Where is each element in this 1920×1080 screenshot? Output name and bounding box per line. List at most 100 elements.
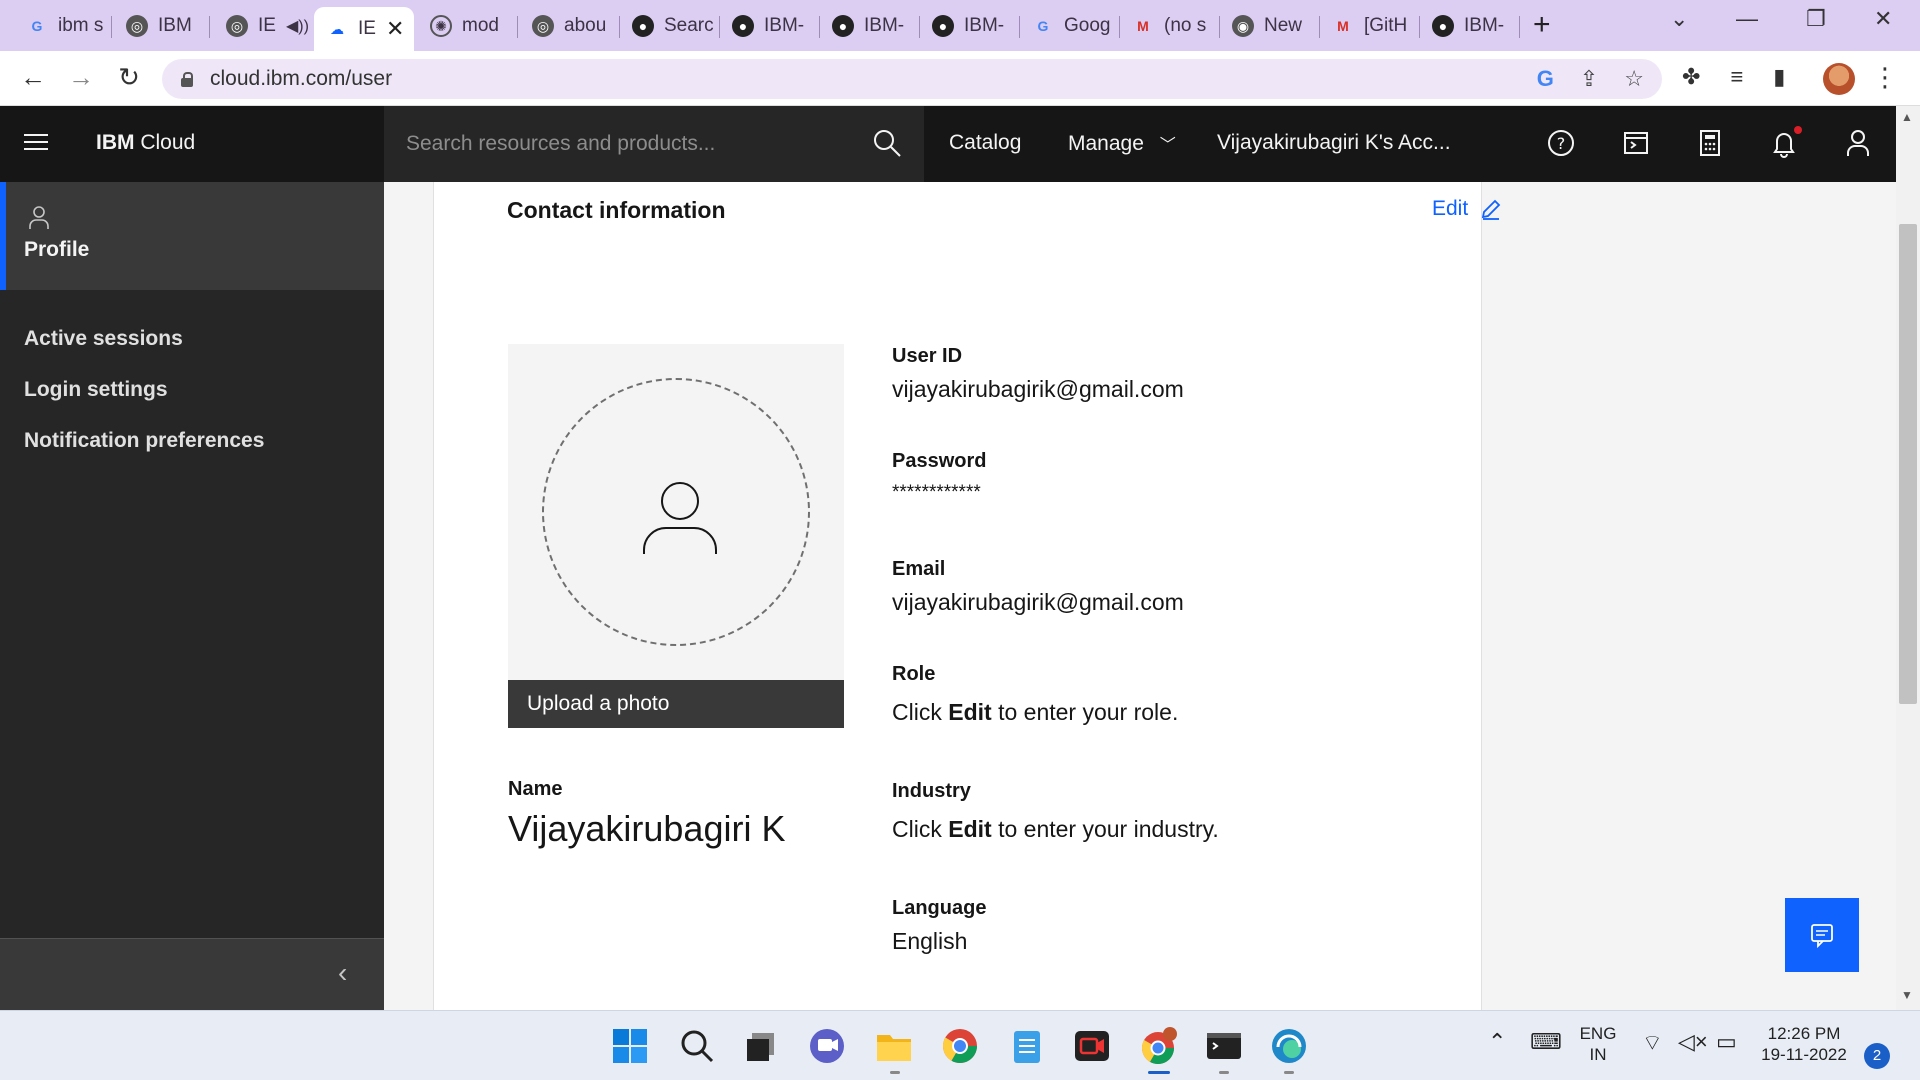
user-avatar-icon[interactable] (1843, 128, 1873, 158)
keyboard-icon[interactable]: ⌨ (1530, 1029, 1562, 1055)
windows-taskbar: ⌃ ⌨ ENG IN ⌔ ◁× ▭ 12:26 PM 19-11-2022 2 (0, 1010, 1920, 1080)
page-scrollbar[interactable]: ▲ ▼ (1896, 106, 1920, 1010)
account-switcher[interactable]: Vijayakirubagiri K's Acc... (1217, 131, 1451, 155)
windows-start-icon[interactable] (611, 1027, 649, 1065)
active-app-indicator (1148, 1071, 1170, 1074)
browser-tab[interactable]: ● IBM- (920, 7, 1020, 45)
ibm-cloud-icon: ☁ (330, 20, 344, 37)
browser-tab[interactable]: M (no s (1120, 7, 1220, 45)
speaker-icon[interactable]: ◀)) (286, 16, 309, 36)
scroll-up-arrow-icon[interactable]: ▲ (1901, 110, 1913, 124)
browser-tab[interactable]: ✺ mod (418, 7, 518, 45)
browser-tab[interactable]: ● IBM- (720, 7, 820, 45)
manage-menu[interactable]: Manage ﹀ (1068, 131, 1176, 156)
browser-tab[interactable]: G Goog (1020, 7, 1120, 45)
search-placeholder: Search resources and products... (406, 132, 716, 155)
chrome-app-icon[interactable] (941, 1027, 979, 1065)
upload-photo-button[interactable]: Upload a photo (508, 680, 844, 728)
screen-recorder-icon[interactable] (1073, 1027, 1111, 1065)
password-label: Password (892, 450, 987, 472)
google-translate-icon[interactable]: G (1537, 66, 1554, 92)
reload-button[interactable]: ↻ (112, 62, 146, 93)
cloud-shell-icon[interactable] (1621, 128, 1651, 158)
bookmark-star-icon[interactable]: ☆ (1624, 66, 1644, 92)
address-bar[interactable]: cloud.ibm.com/user G ⇪ ☆ (162, 59, 1662, 99)
side-panel-icon[interactable]: ▮ (1773, 64, 1785, 90)
search-icon[interactable] (872, 128, 902, 158)
browser-tab[interactable]: ◎ abou (520, 7, 620, 45)
chrome-profile-app-icon[interactable] (1139, 1027, 1177, 1065)
language-label: Language (892, 897, 987, 919)
sidebar-item-label: Profile (24, 238, 90, 261)
email-value: vijayakirubagirik@gmail.com (892, 589, 1184, 615)
contact-information-card: Contact information Edit Upload a photo … (433, 182, 1501, 1010)
chat-feedback-button[interactable] (1785, 898, 1859, 972)
lock-icon[interactable] (180, 71, 194, 87)
notification-count-badge[interactable]: 2 (1864, 1043, 1890, 1069)
browser-tab[interactable]: ● IBM- (1420, 7, 1520, 45)
collapse-sidebar-button[interactable]: ‹ (0, 938, 384, 1010)
browser-tab[interactable]: M [GitH (1320, 7, 1420, 45)
tab-label: IE (258, 15, 276, 36)
terminal-icon[interactable] (1205, 1027, 1243, 1065)
show-hidden-icons-chevron-icon[interactable]: ⌃ (1488, 1029, 1506, 1055)
github-icon: ● (1432, 15, 1454, 37)
battery-icon[interactable]: ▭ (1716, 1029, 1737, 1055)
browser-tab-active[interactable]: ☁ IE ✕ (314, 7, 414, 51)
tab-label: IE (358, 18, 376, 39)
scroll-down-arrow-icon[interactable]: ▼ (1901, 988, 1913, 1002)
close-tab-icon[interactable]: ✕ (386, 16, 404, 42)
edit-button[interactable]: Edit (1432, 197, 1502, 221)
catalog-link[interactable]: Catalog (949, 131, 1021, 155)
chevron-down-icon: ﹀ (1159, 137, 1176, 154)
forward-button[interactable]: → (64, 62, 98, 93)
user-id-value: vijayakirubagirik@gmail.com (892, 376, 1184, 402)
edge-browser-icon[interactable] (1270, 1027, 1308, 1065)
name-value: Vijayakirubagiri K (508, 808, 786, 849)
sidebar-item-notification-preferences[interactable]: Notification preferences (24, 429, 264, 453)
hamburger-menu-icon[interactable] (24, 134, 48, 152)
clock[interactable]: 12:26 PM 19-11-2022 (1756, 1023, 1852, 1065)
scrollbar-thumb[interactable] (1899, 224, 1917, 704)
close-window-button[interactable]: ✕ (1874, 6, 1892, 32)
sidebar-item-profile[interactable]: Profile (0, 182, 384, 290)
file-explorer-icon[interactable] (875, 1027, 913, 1065)
extensions-icon[interactable]: ✤ (1682, 64, 1700, 90)
tab-label: ibm s (58, 15, 104, 36)
browser-tab[interactable]: ● Searc (620, 7, 720, 45)
manage-label: Manage (1068, 132, 1144, 155)
browser-menu-icon[interactable]: ⋮ (1868, 62, 1902, 93)
browser-profile-avatar[interactable] (1823, 63, 1855, 95)
browser-tab[interactable]: ◉ New (1220, 7, 1320, 45)
share-icon[interactable]: ⇪ (1580, 66, 1598, 92)
volume-muted-icon[interactable]: ◁× (1678, 1029, 1708, 1055)
cost-estimator-icon[interactable] (1695, 128, 1725, 158)
ibm-cloud-logo[interactable]: IBM Cloud (96, 131, 195, 155)
taskbar-search-icon[interactable] (678, 1027, 716, 1065)
teams-chat-icon[interactable] (808, 1027, 846, 1065)
sidebar-item-login-settings[interactable]: Login settings (24, 378, 168, 402)
back-button[interactable]: ← (16, 62, 50, 93)
browser-tab[interactable]: G ibm s (14, 7, 112, 45)
minimize-button[interactable]: — (1736, 6, 1758, 32)
browser-tab[interactable]: ● IBM- (820, 7, 920, 45)
help-icon[interactable]: ? (1546, 128, 1576, 158)
google-icon: G (31, 18, 43, 34)
browser-tab[interactable]: ◎ IBM (114, 7, 210, 45)
media-control-icon[interactable]: ≡ (1730, 64, 1743, 90)
globe-icon: ◎ (226, 15, 248, 37)
tab-label: New (1264, 15, 1303, 36)
notepad-icon[interactable] (1008, 1027, 1046, 1065)
restore-button[interactable]: ❐ (1806, 6, 1826, 32)
notification-dot (1794, 126, 1802, 134)
browser-tab[interactable]: ◎ IE ◀)) (214, 7, 312, 45)
chat-icon (1811, 924, 1833, 949)
card-title: Contact information (507, 197, 726, 223)
tab-search-icon[interactable]: ⌄ (1670, 6, 1688, 32)
wifi-icon[interactable]: ⌔ (1642, 1029, 1663, 1057)
sidebar-item-active-sessions[interactable]: Active sessions (24, 327, 183, 351)
search-input[interactable]: Search resources and products... (384, 106, 924, 182)
new-tab-button[interactable]: + (1533, 8, 1551, 42)
task-view-icon[interactable] (742, 1027, 780, 1065)
input-language-indicator[interactable]: ENG IN (1574, 1023, 1622, 1065)
